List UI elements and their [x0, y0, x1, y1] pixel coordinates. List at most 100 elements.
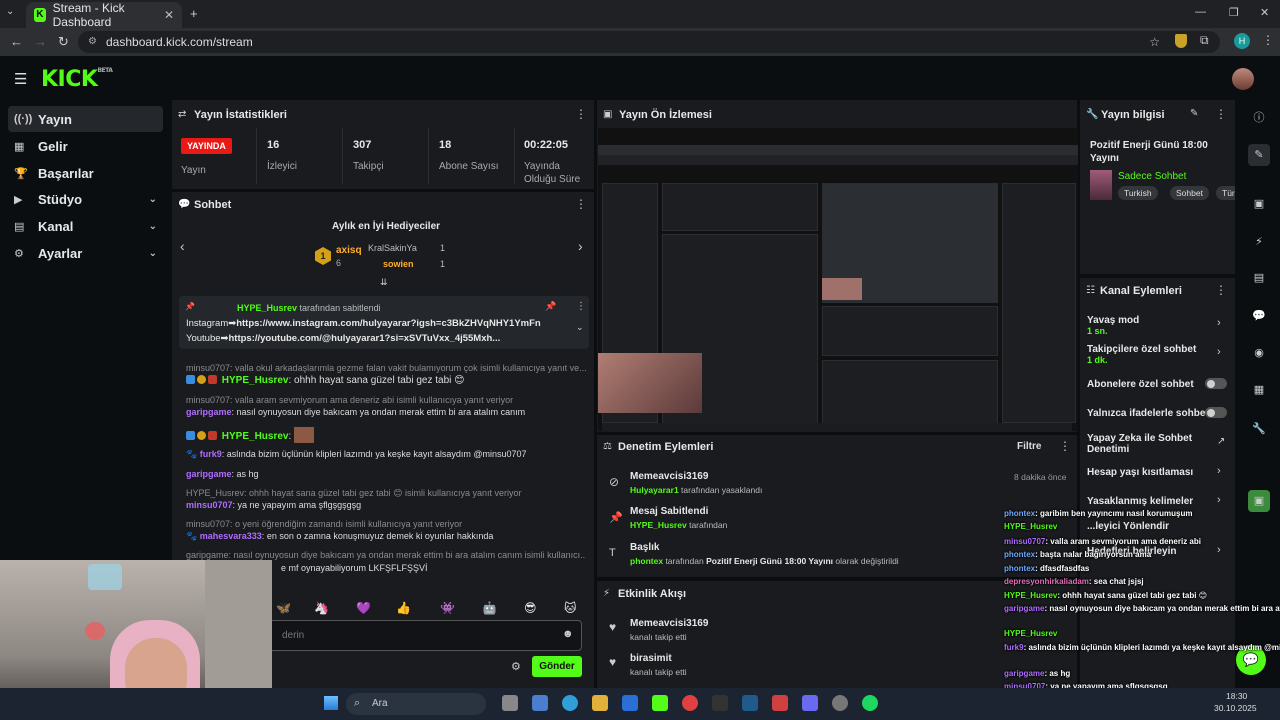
- taskbar-search[interactable]: ⌕ Ara: [346, 693, 486, 715]
- youtube-link[interactable]: https://youtube.com/@hulyayarar1?si=xSVT…: [228, 333, 500, 344]
- chat-settings-gear-icon[interactable]: ⚙: [511, 660, 521, 673]
- sidebar-item-gelir[interactable]: ▦ Gelir: [8, 133, 163, 159]
- chat-message: 🐾 mahesvara333: en son o zamna konuşmuyu…: [186, 531, 494, 541]
- instagram-link[interactable]: https://www.instagram.com/hulyayarar?igs…: [236, 318, 541, 329]
- chevron-right-icon[interactable]: ›: [1217, 317, 1221, 329]
- emote-icon[interactable]: 🦄: [314, 601, 329, 615]
- stats-menu-icon[interactable]: ⋮: [575, 107, 587, 121]
- extensions-puzzle-icon[interactable]: ⧉: [1200, 33, 1209, 48]
- discord-icon[interactable]: [802, 695, 818, 711]
- chevron-right-icon[interactable]: ›: [1217, 494, 1221, 506]
- banned-words-row[interactable]: Yasaklanmış kelimeler: [1087, 496, 1227, 507]
- user-avatar[interactable]: [1232, 68, 1254, 90]
- subscribers-only-toggle[interactable]: [1205, 378, 1227, 389]
- forward-icon[interactable]: →: [34, 34, 47, 49]
- emote-icon[interactable]: 🤖: [482, 601, 497, 615]
- close-tab-icon[interactable]: ✕: [164, 8, 174, 22]
- chat-menu-icon[interactable]: ⋮: [575, 197, 587, 211]
- stream-info-menu-icon[interactable]: ⋮: [1215, 107, 1227, 121]
- emote-icon[interactable]: 💜: [356, 601, 371, 615]
- ai-moderation-row[interactable]: Yapay Zeka ile Sohbet Denetimi: [1087, 433, 1207, 455]
- close-window-icon[interactable]: ✕: [1260, 6, 1269, 19]
- preview-title: Yayın Ön İzlemesi: [619, 109, 712, 121]
- sidebar-item-kanal[interactable]: ▤ Kanal ⌄: [8, 213, 163, 239]
- edge-icon[interactable]: [562, 695, 578, 711]
- minimize-icon[interactable]: —: [1195, 6, 1206, 18]
- taskview-icon[interactable]: [502, 695, 518, 711]
- chevron-right-icon[interactable]: ›: [1217, 544, 1221, 556]
- wrench-icon[interactable]: 🔧: [1248, 418, 1270, 440]
- windows-start-icon[interactable]: [324, 696, 338, 710]
- chevron-right-icon[interactable]: ›: [1217, 346, 1221, 358]
- top-gifter-name[interactable]: axisq: [336, 245, 362, 256]
- chrome-icon[interactable]: [682, 695, 698, 711]
- tab-list-icon[interactable]: ⌄: [6, 6, 14, 17]
- collapse-gifters-icon[interactable]: ⇊: [380, 277, 388, 288]
- slow-mode-row[interactable]: Yavaş mod 1 sn.: [1087, 315, 1227, 337]
- grid-icon[interactable]: ▦: [1248, 379, 1270, 401]
- raid-row[interactable]: ...leyici Yönlendir: [1087, 521, 1227, 532]
- expand-pinned-icon[interactable]: ⌄: [576, 322, 584, 333]
- followers-only-row[interactable]: Takipçilere özel sohbet 1 dk.: [1087, 344, 1227, 366]
- emote-icon[interactable]: 😎: [524, 601, 537, 615]
- gifters-prev-icon[interactable]: ‹: [180, 238, 185, 254]
- pinned-menu-icon[interactable]: ⋮: [576, 301, 586, 312]
- profile-avatar[interactable]: H: [1234, 33, 1250, 49]
- epic-games-icon[interactable]: [712, 695, 728, 711]
- overlay-chat-message: phontex: başta nalar bağırıyorsun ama: [1004, 550, 1152, 559]
- extension-shield-icon[interactable]: [1175, 34, 1187, 48]
- sidebar-item-başarılar[interactable]: 🏆 Başarılar: [8, 160, 163, 186]
- category-name[interactable]: Sadece Sohbet: [1118, 171, 1186, 182]
- explorer-icon[interactable]: [592, 695, 608, 711]
- emote-icon[interactable]: 🦋: [276, 601, 291, 615]
- activity-item-1-name: Memeavcisi3169: [630, 618, 709, 629]
- sidebar-item-stüdyo[interactable]: ▶ Stüdyo ⌄: [8, 186, 163, 212]
- emote-icon[interactable]: 🐱: [564, 601, 577, 615]
- bolt-icon[interactable]: ⚡: [1248, 231, 1270, 253]
- pencil-icon[interactable]: ✎: [1248, 144, 1270, 166]
- emotes-only-toggle[interactable]: [1205, 407, 1227, 418]
- sidebar-item-yayın[interactable]: ((·)) Yayın: [8, 106, 163, 132]
- stream-preview-video[interactable]: [598, 128, 1078, 431]
- chevron-right-icon[interactable]: ›: [1217, 465, 1221, 477]
- external-link-icon[interactable]: ↗: [1217, 436, 1225, 447]
- app-icon[interactable]: [772, 695, 788, 711]
- chat-icon[interactable]: 💬: [1248, 305, 1270, 327]
- gifter-2-name[interactable]: KralSakinYa: [368, 243, 417, 253]
- channel-actions-menu-icon[interactable]: ⋮: [1215, 283, 1227, 297]
- document-icon[interactable]: ▤: [1248, 267, 1270, 289]
- browser-tab[interactable]: K Stream - Kick Dashboard ✕: [26, 1, 182, 29]
- broadcast-icon[interactable]: ◉: [1248, 342, 1270, 364]
- emote-icon[interactable]: 👍: [396, 601, 411, 615]
- obs-icon[interactable]: [832, 695, 848, 711]
- unpin-icon[interactable]: 📌: [545, 301, 556, 312]
- bookmark-star-icon[interactable]: ☆: [1149, 31, 1160, 53]
- gifters-next-icon[interactable]: ›: [578, 238, 583, 254]
- emoji-picker-icon[interactable]: ☻: [562, 628, 574, 640]
- outlook-icon[interactable]: [622, 695, 638, 711]
- steam-icon[interactable]: [742, 695, 758, 711]
- new-tab-icon[interactable]: +: [190, 6, 198, 21]
- gifter-3-name[interactable]: sowien: [383, 259, 414, 269]
- restore-icon[interactable]: ❐: [1229, 6, 1239, 19]
- app-icon[interactable]: ▣: [1248, 490, 1270, 512]
- account-age-row[interactable]: Hesap yaşı kısıtlaması: [1087, 467, 1227, 478]
- kick-logo[interactable]: KICKBETA: [41, 67, 113, 92]
- filter-button[interactable]: Filtre: [1017, 441, 1041, 452]
- kick-app-icon[interactable]: [652, 695, 668, 711]
- hamburger-menu-icon[interactable]: ☰: [14, 70, 27, 88]
- url-field[interactable]: ⚙ dashboard.kick.com/stream ☆: [78, 31, 1220, 53]
- send-button[interactable]: Gönder: [532, 656, 582, 677]
- moderation-menu-icon[interactable]: ⋮: [1059, 439, 1071, 453]
- back-icon[interactable]: ←: [10, 34, 23, 49]
- widgets-icon[interactable]: [532, 695, 548, 711]
- reload-icon[interactable]: ↻: [58, 34, 69, 50]
- info-icon[interactable]: ⓘ: [1248, 107, 1270, 129]
- sidebar-item-ayarlar[interactable]: ⚙ Ayarlar ⌄: [8, 240, 163, 266]
- site-info-icon[interactable]: ⚙: [88, 31, 97, 53]
- browser-menu-icon[interactable]: ⋮: [1262, 33, 1274, 47]
- spotify-icon[interactable]: [862, 695, 878, 711]
- emote-icon[interactable]: 👾: [440, 601, 455, 615]
- preview-toggle-icon[interactable]: ▣: [1248, 193, 1270, 215]
- edit-pencil-icon[interactable]: ✎: [1190, 108, 1198, 119]
